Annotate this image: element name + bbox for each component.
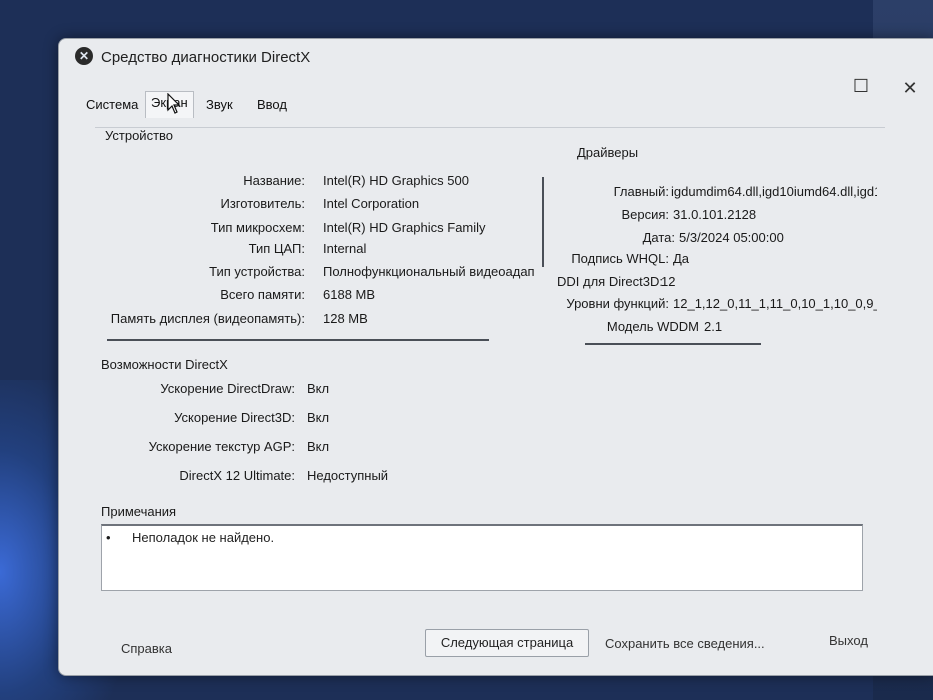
driver-label: Подпись WHQL: [571, 251, 669, 266]
device-label: Название: [243, 173, 305, 188]
device-label: Всего памяти: [220, 287, 305, 302]
driver-value: igdumdim64.dll,igd10iumd64.dll,igd10i [671, 184, 877, 199]
driver-label: Версия: [621, 207, 669, 222]
driver-label: Уровни функций: [566, 296, 669, 311]
directx-feature-value: Вкл [307, 381, 330, 396]
device-label: Тип ЦАП: [248, 241, 305, 256]
tab-sound[interactable]: Звук [201, 94, 238, 116]
device-label: Тип устройства: [209, 264, 305, 279]
tab-input[interactable]: Ввод [252, 94, 292, 116]
next-page-button[interactable]: Следующая страница [425, 629, 589, 657]
window-title: Средство диагностики DirectX [101, 49, 311, 66]
directx-feature-label: Ускорение текстур AGP: [148, 439, 295, 454]
device-group-label: Устройство [103, 128, 176, 143]
directx-feature-value: Недоступный [307, 468, 389, 483]
save-all-button[interactable]: Сохранить все сведения... [605, 636, 765, 651]
mouse-cursor-icon [167, 93, 181, 114]
title-bar[interactable]: ✕ Средство диагностики DirectX [59, 39, 933, 79]
close-button[interactable]: ✕ [896, 77, 924, 99]
drivers-group-label: Драйверы [575, 145, 641, 160]
dxdiag-window: ✕ Средство диагностики DirectX ☐ ✕ Систе… [58, 38, 933, 676]
driver-label: Дата: [642, 230, 675, 245]
notes-bullet: • [106, 530, 111, 545]
device-value: Intel Corporation [323, 196, 420, 211]
device-value: Полнофункциональный видеоадап [323, 264, 535, 279]
device-value: Intel(R) HD Graphics Family [323, 220, 486, 235]
directx-feature-value: Вкл [307, 410, 330, 425]
notes-text: Неполадок не найдено. [132, 530, 275, 545]
driver-value: 12_1,12_0,11_1,11_0,10_1,10_0,9_ [673, 296, 877, 311]
maximize-button[interactable]: ☐ [847, 75, 875, 97]
device-label: Тип микросхем: [210, 220, 305, 235]
driver-label: Модель WDDM [606, 319, 699, 334]
device-value: Internal [323, 241, 367, 256]
directx-feature-value: Вкл [307, 439, 330, 454]
exit-button[interactable]: Выход [829, 633, 868, 648]
device-label: Память дисплея (видеопамять): [110, 311, 305, 326]
notes-textbox[interactable]: • Неполадок не найдено. [101, 524, 863, 591]
directx-feature-label: Ускорение DirectDraw: [160, 381, 295, 396]
device-label: Изготовитель: [220, 196, 306, 211]
drivers-list-scroll-edge [585, 343, 761, 345]
device-value: Intel(R) HD Graphics 500 [323, 173, 469, 188]
driver-value: 12 [661, 274, 676, 289]
device-value: 6188 MB [323, 287, 376, 302]
device-value: 128 MB [323, 311, 368, 326]
directx-feature-label: Ускорение Direct3D: [174, 410, 295, 425]
driver-value: 2.1 [704, 319, 723, 334]
driver-label: DDI для Direct3D: [557, 274, 663, 289]
notes-group-label: Примечания [99, 504, 179, 519]
directx-feature-label: DirectX 12 Ultimate: [179, 468, 295, 483]
driver-value: 31.0.101.2128 [673, 207, 757, 222]
device-list-scroll-edge [107, 339, 489, 341]
driver-value: 5/3/2024 05:00:00 [679, 230, 784, 245]
tab-system[interactable]: Система [81, 94, 143, 116]
help-button[interactable]: Справка [121, 641, 172, 656]
directx-group-label: Возможности DirectX [99, 357, 230, 372]
driver-value: Да [673, 251, 690, 266]
directx-x-icon: ✕ [75, 47, 93, 65]
device-scrollbar[interactable] [542, 177, 544, 267]
driver-label: Главный: [613, 184, 669, 199]
